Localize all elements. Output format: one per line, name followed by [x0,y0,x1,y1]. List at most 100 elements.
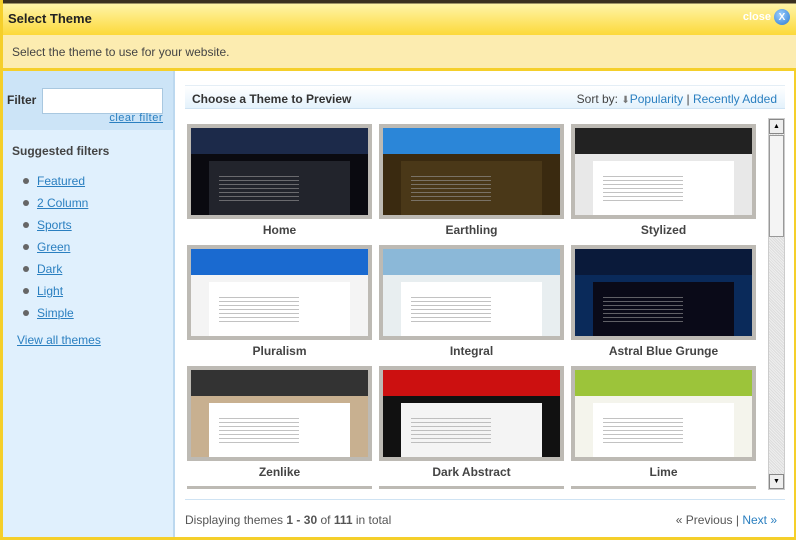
scrollbar-thumb[interactable] [769,135,784,237]
theme-thumbnail-partial [571,486,756,489]
theme-card[interactable]: Pluralism [187,245,372,358]
theme-thumbnail[interactable] [379,245,564,340]
thumbnail-header [383,370,560,397]
filter-item: Sports [23,214,173,236]
theme-thumbnail[interactable] [187,245,372,340]
theme-name: Lime [649,465,678,479]
theme-browser: Choose a Theme to Preview Sort by: ⬇Popu… [175,71,796,537]
bullet-icon [23,266,29,272]
sort-label: Sort by: [576,92,619,106]
thumbnail-header [383,249,560,276]
filter-link-light[interactable]: Light [37,284,63,298]
thumbnail-text [411,417,491,444]
theme-name: Integral [449,344,494,358]
theme-name: Home [262,223,297,237]
sidebar: Filter clear filter Suggested filters Fe… [0,71,175,537]
dialog-titlebar: Select Theme close X [0,0,796,35]
sort-recent-link[interactable]: Recently Added [693,92,777,106]
sort-popularity-link[interactable]: Popularity [630,92,683,106]
pagination-separator: | [735,513,739,527]
close-icon: X [774,9,790,25]
sort-separator: | [686,92,690,106]
thumbnail-header [191,128,368,155]
thumbnail-text [219,296,299,323]
bullet-icon [23,178,29,184]
thumbnail-text [411,175,491,202]
filter-item: Light [23,280,173,302]
filter-input[interactable] [42,88,163,114]
thumbnail-header [383,128,560,155]
theme-thumbnail[interactable] [571,245,756,340]
bullet-icon [23,288,29,294]
thumbnail-text [603,417,683,444]
theme-name: Stylized [640,223,687,237]
thumbnail-header [575,370,752,397]
theme-thumbnail[interactable] [187,366,372,461]
dialog-subtitle: Select the theme to use for your website… [0,35,796,71]
theme-card[interactable]: Lime [571,366,756,479]
theme-thumbnail[interactable] [571,124,756,219]
filter-item: Dark [23,258,173,280]
theme-thumbnail[interactable] [187,124,372,219]
theme-card[interactable]: Astral Blue Grunge [571,245,756,358]
filter-item: Green [23,236,173,258]
thumbnail-header [575,249,752,276]
theme-card[interactable]: Earthling [379,124,564,237]
filter-panel: Filter clear filter [3,71,173,130]
filter-item: Simple [23,302,173,324]
next-link[interactable]: Next » [742,513,777,527]
theme-name: Pluralism [252,344,307,358]
scroll-up-icon[interactable]: ▲ [769,119,784,134]
theme-list-header: Choose a Theme to Preview Sort by: ⬇Popu… [185,85,785,109]
filter-link-2-column[interactable]: 2 Column [37,196,88,210]
bullet-icon [23,244,29,250]
bullet-icon [23,200,29,206]
theme-name: Dark Abstract [432,465,511,479]
thumbnail-text [603,175,683,202]
theme-card[interactable]: Dark Abstract [379,366,564,479]
bullet-icon [23,222,29,228]
theme-name: Astral Blue Grunge [608,344,719,358]
theme-thumbnail[interactable] [379,366,564,461]
sort-controls: Sort by: ⬇Popularity | Recently Added [577,92,777,106]
view-all-themes-link[interactable]: View all themes [17,333,173,347]
theme-name: Zenlike [258,465,301,479]
filter-item: 2 Column [23,192,173,214]
filter-link-sports[interactable]: Sports [37,218,72,232]
filter-label: Filter [7,93,37,107]
thumbnail-text [219,175,299,202]
theme-thumbnail-partial [379,486,564,489]
filter-link-dark[interactable]: Dark [37,262,62,276]
filter-link-simple[interactable]: Simple [37,306,74,320]
filter-link-featured[interactable]: Featured [37,174,85,188]
theme-thumbnail[interactable] [379,124,564,219]
scroll-down-icon[interactable]: ▼ [769,474,784,489]
thumbnail-header [191,249,368,276]
thumbnail-text [603,296,683,323]
close-button[interactable]: close X [743,9,790,25]
theme-list-title: Choose a Theme to Preview [192,92,352,106]
theme-card[interactable]: Stylized [571,124,756,237]
clear-filter-link[interactable]: clear filter [109,112,163,124]
pagination-footer: Displaying themes 1 - 30 of 111 in total… [185,499,785,527]
theme-thumbnail[interactable] [571,366,756,461]
theme-card[interactable]: Zenlike [187,366,372,479]
dialog-title: Select Theme [8,11,92,26]
thumbnail-header [191,370,368,397]
theme-thumbnail-partial [187,486,372,489]
theme-card[interactable]: Integral [379,245,564,358]
theme-card[interactable]: Home [187,124,372,237]
scrollbar[interactable]: ▲ ▼ [768,118,785,490]
suggested-filters-heading: Suggested filters [12,144,110,158]
page-status: Displaying themes 1 - 30 of 111 in total [185,513,392,527]
thumbnail-text [411,296,491,323]
filter-item: Featured [23,170,173,192]
close-label: close [742,11,771,23]
thumbnail-header [575,128,752,155]
thumbnail-text [219,417,299,444]
filter-link-green[interactable]: Green [37,240,70,254]
theme-name: Earthling [445,223,498,237]
sort-arrow-icon: ⬇ [621,95,630,106]
previous-link: « Previous [675,513,733,527]
bullet-icon [23,310,29,316]
